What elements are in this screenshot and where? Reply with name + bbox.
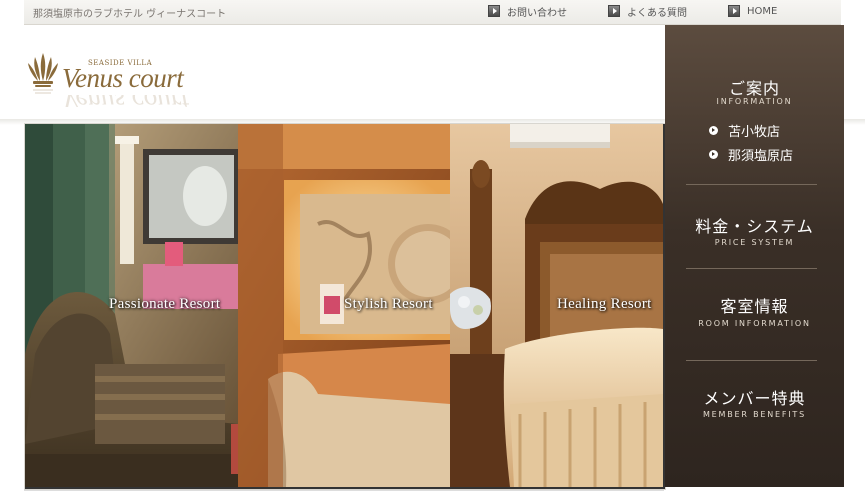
arrow-circle-icon	[709, 126, 718, 135]
nav-price-system[interactable]: 料金・システム	[665, 213, 844, 237]
site-logo[interactable]: SEASIDE VILLA Venus court Venus court	[26, 51, 189, 107]
shop-link-tomakomai-label: 苫小牧店	[728, 125, 781, 140]
logo-reflection: Venus court	[62, 95, 189, 107]
arrow-right-icon	[608, 5, 620, 17]
home-link[interactable]: HOME	[728, 4, 777, 18]
arrow-right-icon	[488, 5, 500, 17]
nav-divider	[686, 360, 817, 361]
nav-room-information-sub: ROOM INFORMATION	[698, 319, 811, 328]
nav-information-sub: INFORMATION	[716, 97, 793, 106]
nav-member-benefits-sub: MEMBER BENEFITS	[702, 410, 806, 419]
faq-link[interactable]: よくある質問	[608, 4, 687, 19]
home-link-label: HOME	[747, 5, 778, 17]
shop-link-tomakomai[interactable]: 苫小牧店	[709, 121, 780, 140]
panel-label-healing: Healing Resort	[557, 296, 652, 312]
site-tagline: 那須塩原市のラブホテル ヴィーナスコート	[33, 9, 227, 20]
nav-information[interactable]: ご案内	[665, 75, 844, 99]
arrow-right-icon	[728, 5, 740, 17]
panel-label-stylish: Stylish Resort	[344, 296, 433, 312]
sidebar-nav: ご案内 INFORMATION 苫小牧店 那須塩原店 料金・システム PRICE…	[665, 25, 844, 487]
nav-member-benefits[interactable]: メンバー特典	[665, 385, 844, 409]
panel-healing-resort[interactable]: Healing Resort	[450, 124, 663, 487]
panel-label-passionate: Passionate Resort	[109, 296, 221, 312]
crown-logo-icon	[28, 53, 58, 94]
contact-link[interactable]: お問い合わせ	[488, 4, 567, 19]
panel-stylish-resort[interactable]: Stylish Resort	[238, 124, 450, 487]
nav-divider	[686, 184, 817, 185]
shop-link-nasushiobara[interactable]: 那須塩原店	[709, 145, 793, 164]
nav-price-system-sub: PRICE SYSTEM	[714, 238, 795, 247]
arrow-circle-icon	[709, 150, 718, 159]
hero-gallery: Passionate Resort Stylish Resort Healing…	[24, 123, 666, 490]
nav-room-information[interactable]: 客室情報	[665, 293, 844, 317]
shop-link-nasushiobara-label: 那須塩原店	[728, 149, 794, 164]
header: SEASIDE VILLA Venus court Venus court	[24, 25, 665, 119]
logo-title: Venus court	[62, 63, 184, 93]
panel-passionate-resort[interactable]: Passionate Resort	[25, 124, 238, 487]
top-bar: 那須塩原市のラブホテル ヴィーナスコート お問い合わせ よくある質問 HOME	[24, 0, 841, 25]
contact-link-label: お問い合わせ	[507, 7, 567, 19]
nav-divider	[686, 268, 817, 269]
faq-link-label: よくある質問	[627, 7, 687, 19]
bottom-border	[24, 490, 664, 491]
